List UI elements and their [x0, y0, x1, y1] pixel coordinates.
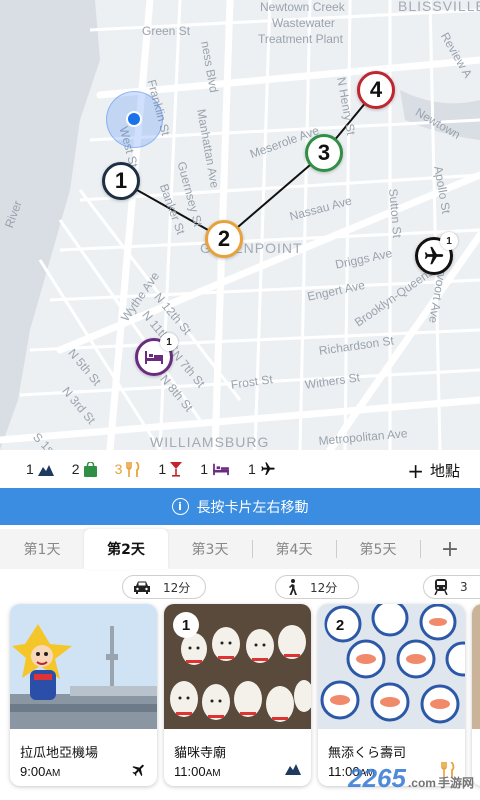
mountain-icon [37, 464, 54, 476]
map-pin-hotel[interactable]: 1 [135, 333, 178, 376]
map-view[interactable]: Green St ness Blvd Newtown Creek Wastewa… [0, 0, 480, 450]
airplane-icon [424, 246, 444, 265]
map-pin-3[interactable]: 3 [305, 134, 343, 172]
summary-hotels-count: 1 [200, 461, 208, 477]
summary-flights-count: 1 [247, 461, 256, 477]
cocktail-icon [170, 461, 183, 477]
summary-food-count: 3 [114, 461, 123, 477]
watermark-suffix: .com [407, 776, 436, 790]
summary-hotels[interactable]: 1 [200, 461, 230, 477]
map-label-newtown-creek: Newtown Creek [260, 0, 345, 14]
category-summary-bar: 1 2 3 1 1 1 + 地點 [0, 450, 480, 488]
map-label-green-st: Green St [142, 24, 191, 38]
card-photo-sushi: 2 [318, 604, 465, 729]
transport-segment-car[interactable]: 12分 [122, 575, 206, 599]
summary-sights[interactable]: 1 [26, 461, 54, 477]
plus-icon: + [407, 458, 424, 483]
map-label-blissville: BLISSVILLE [398, 0, 480, 14]
bed-icon [145, 351, 163, 364]
map-pin-2-label: 2 [217, 226, 231, 251]
card-photo-cat-temple: 1 [164, 604, 311, 729]
airplane-icon [261, 462, 275, 475]
transport-walk-duration: 12分 [310, 580, 338, 595]
current-location-dot[interactable] [126, 111, 142, 127]
map-pin-flight-badge: 1 [440, 232, 458, 250]
day-tabs: 第1天 第2天 第3天 第4天 第5天 + [0, 529, 480, 569]
card-photo-airport [10, 604, 157, 729]
transport-train-duration: 3 [460, 580, 468, 594]
watermark: 2265 .com 手游网 [348, 763, 474, 794]
hint-banner-text: 長按卡片左右移動 [196, 499, 309, 516]
summary-sights-count: 1 [26, 461, 34, 477]
transport-car-duration: 12分 [163, 580, 191, 595]
summary-shopping[interactable]: 2 [72, 461, 97, 477]
tab-day-3[interactable]: 第3天 [168, 529, 252, 569]
transport-segment-walk[interactable]: 12分 [275, 575, 359, 599]
summary-bars[interactable]: 1 [158, 461, 183, 477]
card-photo-next [472, 604, 480, 729]
card-number-badge: 2 [327, 612, 353, 638]
shopping-bag-icon [83, 461, 97, 477]
tab-day-5[interactable]: 第5天 [336, 529, 420, 569]
map-pin-hotel-badge: 1 [160, 333, 178, 351]
map-pin-3-label: 3 [317, 140, 331, 165]
add-place-label: 地點 [429, 462, 460, 480]
add-place-button[interactable]: + 地點 [407, 460, 460, 481]
itinerary-card-cat-temple[interactable]: 1 貓咪寺廟 11:00AM [164, 604, 311, 786]
map-label-wastewater: Wastewater [272, 16, 335, 30]
map-pin-flight[interactable]: 1 [415, 232, 458, 275]
mountain-icon [285, 764, 301, 775]
train-icon [434, 579, 448, 595]
card-time: 9:00AM [20, 764, 60, 779]
itinerary-card-airport[interactable]: 拉瓜地亞機場 9:00AM [10, 604, 157, 786]
map-pin-1-label: 1 [114, 168, 128, 193]
summary-bars-count: 1 [158, 461, 167, 477]
map-pin-1[interactable]: 1 [102, 162, 140, 200]
watermark-site: 手游网 [437, 776, 474, 790]
card-title: 無添くら壽司 [328, 746, 407, 761]
map-label-treatment-plant: Treatment Plant [258, 32, 343, 46]
fork-knife-icon [126, 461, 140, 477]
summary-shopping-count: 2 [71, 461, 80, 477]
card-time-ampm: AM [45, 768, 61, 779]
map-pin-4[interactable]: 4 [357, 71, 395, 109]
card-time: 11:00AM [174, 764, 221, 779]
tab-day-2[interactable]: 第2天 [84, 529, 168, 569]
watermark-brand: 2265 [348, 763, 406, 793]
map-pin-4-label: 4 [369, 77, 383, 102]
tab-day-1[interactable]: 第1天 [0, 529, 84, 569]
tab-day-4[interactable]: 第4天 [252, 529, 336, 569]
airplane-icon [132, 764, 144, 777]
info-icon: i [171, 498, 189, 515]
card-title: 拉瓜地亞機場 [20, 746, 99, 761]
summary-food[interactable]: 3 [115, 461, 141, 477]
card-time-value: 9:00 [20, 764, 46, 779]
itinerary-card-next[interactable] [472, 604, 480, 786]
map-label-williamsburg: WILLIAMSBURG [150, 434, 270, 450]
walk-icon [289, 579, 297, 595]
itinerary-card-sushi[interactable]: 2 無添くら壽司 11:00AM [318, 604, 465, 786]
map-pin-2[interactable]: 2 [205, 220, 243, 258]
card-time-ampm: AM [205, 768, 221, 779]
hint-banner: i 長按卡片左右移動 [0, 488, 480, 525]
card-number-badge: 1 [173, 612, 199, 638]
bed-icon [213, 463, 229, 476]
card-title: 貓咪寺廟 [174, 746, 227, 761]
card-time-value: 11:00 [174, 764, 206, 779]
car-icon [134, 581, 150, 594]
transport-segment-train[interactable]: 3 [423, 575, 480, 599]
add-day-button[interactable]: + [420, 529, 480, 569]
summary-flights[interactable]: 1 [248, 461, 276, 477]
